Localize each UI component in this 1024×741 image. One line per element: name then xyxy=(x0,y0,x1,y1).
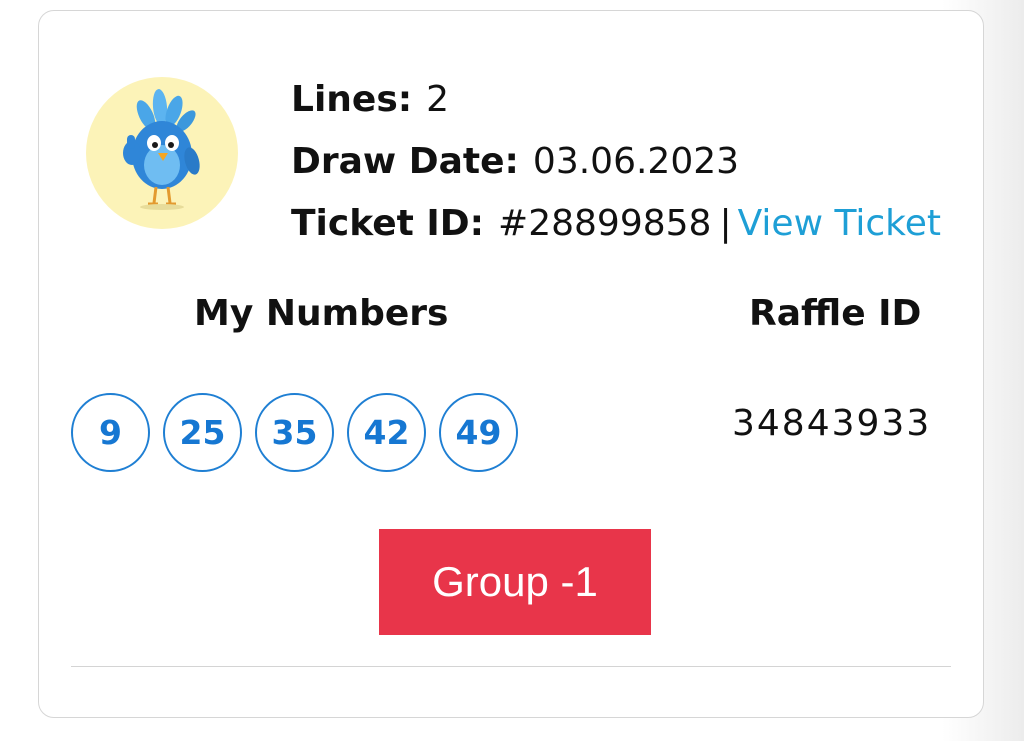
raffle-id-heading: Raffle ID xyxy=(749,293,922,334)
separator: | xyxy=(719,203,732,244)
ticket-info: Lines: 2 Draw Date: 03.06.2023 Ticket ID: #… xyxy=(291,69,941,255)
number-ball: 25 xyxy=(163,393,242,472)
raffle-id-value: 34843933 xyxy=(732,403,932,444)
lines-row: Lines: 2 xyxy=(291,69,941,131)
ticket-id-value: #28899858 xyxy=(498,203,712,244)
number-ball: 49 xyxy=(439,393,518,472)
number-balls: 9 25 35 42 49 xyxy=(71,393,518,472)
avatar xyxy=(86,77,238,229)
lines-label: Lines: xyxy=(291,79,413,120)
ticket-card: Lines: 2 Draw Date: 03.06.2023 Ticket ID: #… xyxy=(38,10,984,718)
divider xyxy=(71,666,951,667)
page: Lines: 2 Draw Date: 03.06.2023 Ticket ID: #… xyxy=(0,0,1024,741)
draw-date-row: Draw Date: 03.06.2023 xyxy=(291,131,941,193)
ticket-id-row: Ticket ID: #28899858 | View Ticket xyxy=(291,193,941,255)
draw-date-value: 03.06.2023 xyxy=(532,141,740,182)
view-ticket-link[interactable]: View Ticket xyxy=(738,203,941,244)
number-ball: 9 xyxy=(71,393,150,472)
ticket-id-label: Ticket ID: xyxy=(291,203,485,244)
bird-mascot-icon xyxy=(123,89,200,210)
draw-date-label: Draw Date: xyxy=(291,141,519,182)
my-numbers-heading: My Numbers xyxy=(194,293,449,334)
number-ball: 42 xyxy=(347,393,426,472)
number-ball: 35 xyxy=(255,393,334,472)
lines-value: 2 xyxy=(426,79,450,120)
group-button[interactable]: Group -1 xyxy=(379,529,651,635)
